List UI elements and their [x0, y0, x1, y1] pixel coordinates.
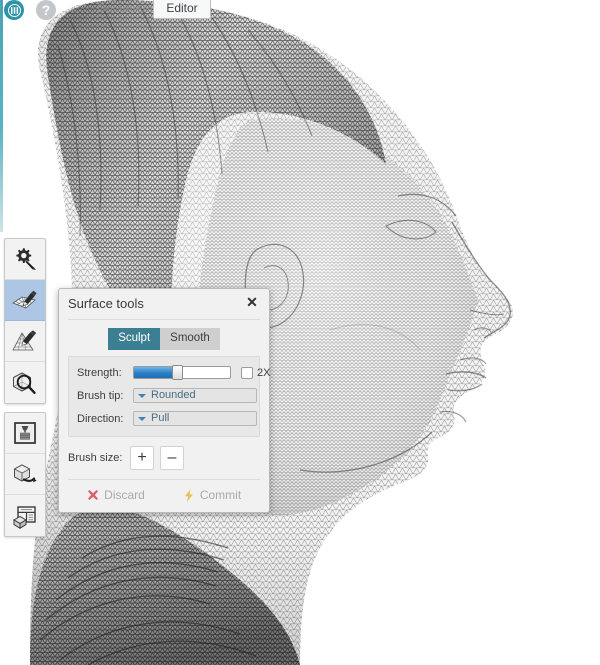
- surface-brush-icon: [11, 287, 39, 313]
- strength-slider-fill: [134, 367, 177, 378]
- direction-dropdown[interactable]: Pull: [133, 411, 257, 426]
- settings-panel: Strength: 2X Brush tip: Rounded Dire: [68, 356, 260, 437]
- strength-slider[interactable]: [133, 366, 231, 379]
- dialog-title: Surface tools: [68, 296, 144, 311]
- viewport-edge-accent: [0, 0, 3, 232]
- brush-tip-dropdown[interactable]: Rounded: [133, 388, 257, 403]
- discard-button[interactable]: Discard: [68, 487, 164, 503]
- 3d-printer-icon: [12, 420, 38, 446]
- brush-size-row: Brush size: + –: [68, 446, 260, 470]
- sculpt-triangle-icon: [11, 328, 39, 354]
- brush-tip-row: Brush tip: Rounded: [77, 387, 251, 404]
- toolbar-group-edit-tools: [4, 238, 46, 404]
- inspect-magnifier-icon: [11, 370, 39, 396]
- brush-size-label: Brush size:: [68, 452, 130, 464]
- brush-size-decrease-button[interactable]: –: [160, 446, 184, 470]
- x2-checkbox[interactable]: [241, 367, 253, 379]
- layout-grid-icon: [11, 503, 39, 529]
- tool-surface-tools[interactable]: [5, 280, 45, 321]
- auto-repair-icon: [12, 246, 38, 272]
- strength-row: Strength: 2X: [77, 364, 251, 381]
- discard-x-icon: [87, 489, 99, 501]
- dialog-header: Surface tools ✕: [68, 289, 260, 320]
- tab-sculpt[interactable]: Sculpt: [108, 328, 160, 350]
- chevron-down-icon: [138, 394, 146, 398]
- chevron-down-icon: [138, 417, 146, 421]
- brush-tip-label: Brush tip:: [77, 390, 133, 402]
- commit-lightning-icon: [183, 489, 195, 502]
- strength-slider-handle[interactable]: [172, 365, 183, 380]
- tool-auto-repair[interactable]: [5, 239, 45, 280]
- surface-tools-dialog: Surface tools ✕ Sculpt Smooth Strength: …: [58, 288, 270, 513]
- x2-toggle[interactable]: 2X: [241, 367, 270, 379]
- tool-sculpt[interactable]: [5, 321, 45, 362]
- strength-label: Strength:: [77, 367, 133, 379]
- discard-label: Discard: [104, 487, 145, 503]
- direction-label: Direction:: [77, 413, 133, 425]
- toolbar-group-output-tools: [4, 412, 46, 537]
- dialog-footer: Discard Commit: [68, 479, 260, 512]
- close-icon[interactable]: ✕: [244, 294, 260, 310]
- x2-label: 2X: [257, 367, 270, 379]
- brush-tip-value: Rounded: [151, 389, 196, 402]
- tab-smooth[interactable]: Smooth: [160, 328, 220, 350]
- commit-label: Commit: [200, 487, 241, 503]
- direction-value: Pull: [151, 412, 169, 425]
- tool-export[interactable]: [5, 454, 45, 495]
- brush-size-increase-button[interactable]: +: [130, 446, 154, 470]
- commit-button[interactable]: Commit: [164, 487, 260, 503]
- mode-tab-bar: Sculpt Smooth: [59, 320, 269, 350]
- application-window: ? Document 1 Editor: [0, 0, 600, 665]
- direction-row: Direction: Pull: [77, 410, 251, 427]
- export-cube-icon: [11, 461, 39, 487]
- tool-inspector[interactable]: [5, 362, 45, 403]
- tool-print[interactable]: [5, 413, 45, 454]
- tool-layout[interactable]: [5, 495, 45, 536]
